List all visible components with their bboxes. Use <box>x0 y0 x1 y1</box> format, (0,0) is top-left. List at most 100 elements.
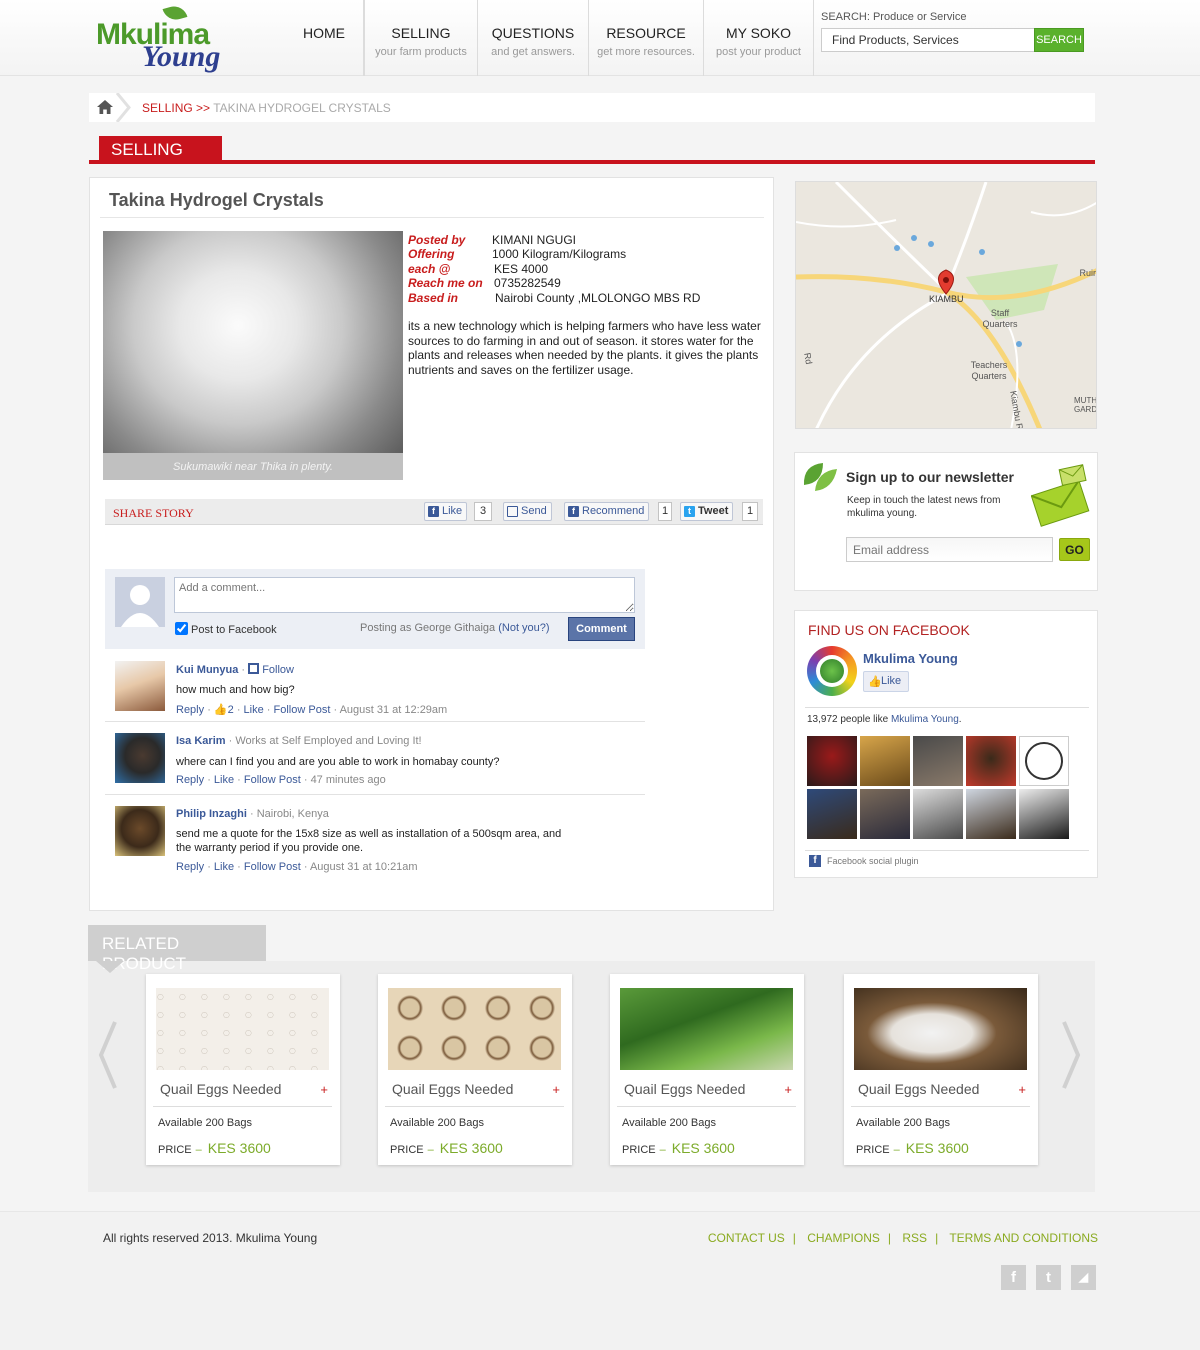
breadcrumb-section-link[interactable]: SELLING <box>142 101 193 115</box>
related-product-card[interactable]: Quail Eggs Needed + Available 200 Bags P… <box>146 974 340 1165</box>
reply-link[interactable]: Reply <box>176 704 204 716</box>
comment-author-link[interactable]: Kui Munyua <box>176 664 238 676</box>
speech-bubble-icon <box>507 506 518 517</box>
product-photo-caption: Sukumawiki near Thika in plenty. <box>103 453 403 480</box>
reply-link[interactable]: Reply <box>176 861 204 873</box>
product-thumbnail <box>854 988 1027 1070</box>
comment-time: August 31 at 10:21am <box>309 861 418 873</box>
not-you-link[interactable]: (Not you?) <box>498 622 549 634</box>
nav-my-soko-subtitle: post your product <box>716 46 801 58</box>
twitter-icon[interactable]: t <box>1036 1265 1061 1290</box>
facebook-recommend-button[interactable]: f Recommend <box>564 502 650 521</box>
carousel-prev-icon[interactable] <box>97 1020 117 1090</box>
follow-link[interactable]: Follow <box>262 664 294 676</box>
site-header: Mkulima Young HOME SELLING your farm pro… <box>0 0 1200 76</box>
comment-author-link[interactable]: Philip Inzaghi <box>176 808 247 820</box>
newsletter-submit-button[interactable]: GO <box>1059 538 1090 561</box>
footer-link-rss[interactable]: RSS <box>902 1231 927 1245</box>
add-icon[interactable]: + <box>320 1082 328 1097</box>
footer-link-champions[interactable]: CHAMPIONS <box>807 1231 880 1245</box>
rss-icon[interactable]: ◢ <box>1071 1265 1096 1290</box>
nav-questions[interactable]: QUESTIONS and get answers. <box>478 0 589 76</box>
comment-author-meta: Nairobi, Kenya <box>256 808 329 820</box>
like-link[interactable]: Like <box>214 861 234 873</box>
fan-avatar[interactable] <box>913 789 963 839</box>
thumbs-up-icon: 👍 <box>868 676 882 688</box>
fan-avatar[interactable] <box>966 736 1016 786</box>
facebook-page-link-inline[interactable]: Mkulima Young <box>891 714 959 725</box>
follow-post-link[interactable]: Follow Post <box>244 861 301 873</box>
avatar <box>115 806 165 856</box>
map-graphic <box>796 182 1096 428</box>
fan-avatar[interactable] <box>860 736 910 786</box>
tweet-button[interactable]: t Tweet <box>680 502 734 521</box>
like-link[interactable]: Like <box>214 774 234 786</box>
fan-avatar[interactable] <box>860 789 910 839</box>
post-to-facebook-checkbox[interactable]: Post to Facebook <box>175 622 277 636</box>
footer-link-terms[interactable]: TERMS AND CONDITIONS <box>949 1231 1098 1245</box>
related-product-card[interactable]: Quail Eggs Needed + Available 200 Bags P… <box>378 974 572 1165</box>
facebook-like-button[interactable]: f Like <box>424 502 468 521</box>
logo-text-bottom: Young <box>142 40 221 73</box>
comment-like-count: 2 <box>227 704 234 716</box>
search-input[interactable] <box>821 28 1035 52</box>
fan-avatar[interactable] <box>913 736 963 786</box>
like-count: 3 <box>474 502 493 521</box>
breadcrumb-chevron-icon <box>115 93 131 122</box>
facebook-page-link[interactable]: Mkulima Young <box>863 651 958 666</box>
follow-post-link[interactable]: Follow Post <box>274 704 331 716</box>
location-map[interactable]: Ruiru KIAMBU Staff Quarters Teachers Qua… <box>795 181 1097 429</box>
follow-icon <box>248 663 260 674</box>
nav-resource-subtitle: get more resources. <box>597 46 695 58</box>
facebook-icon[interactable]: f <box>1001 1265 1026 1290</box>
product-photo: Sukumawiki near Thika in plenty. <box>103 231 403 480</box>
contact-value: 0735282549 <box>494 276 561 290</box>
envelope-icon <box>1031 464 1090 527</box>
nav-selling[interactable]: SELLING your farm products <box>364 0 478 76</box>
nav-my-soko[interactable]: MY SOKO post your product <box>704 0 814 76</box>
carousel-next-icon[interactable] <box>1062 1020 1082 1090</box>
add-icon[interactable]: + <box>1018 1082 1026 1097</box>
home-icon[interactable] <box>97 100 113 114</box>
comment-input[interactable] <box>174 577 635 613</box>
newsletter-text: Keep in touch the latest news from mkuli… <box>847 495 1001 519</box>
nav-resource[interactable]: RESOURCE get more resources. <box>589 0 704 76</box>
location-label: Based in <box>408 291 459 305</box>
site-logo[interactable]: Mkulima Young <box>94 3 244 73</box>
fan-avatar[interactable] <box>807 789 857 839</box>
comment-submit-button[interactable]: Comment <box>568 617 635 641</box>
facebook-like-count: 13,972 people like Mkulima Young. <box>807 714 962 725</box>
facebook-page-like-button[interactable]: 👍 Like <box>863 671 909 692</box>
recommend-count: 1 <box>658 502 673 521</box>
newsletter-email-input[interactable] <box>846 537 1053 562</box>
related-product-card[interactable]: Quail Eggs Needed + Available 200 Bags P… <box>610 974 804 1165</box>
footer-link-contact-us[interactable]: CONTACT US <box>708 1231 785 1245</box>
follow-post-link[interactable]: Follow Post <box>244 774 301 786</box>
product-availability: Available 200 Bags <box>158 1117 252 1129</box>
fan-avatar[interactable] <box>1019 789 1069 839</box>
comment-actions: Reply · 👍2 · Like · Follow Post · August… <box>176 704 448 716</box>
avatar <box>115 577 165 627</box>
comment-author-link[interactable]: Isa Karim <box>176 735 226 747</box>
related-product-card[interactable]: Quail Eggs Needed + Available 200 Bags P… <box>844 974 1038 1165</box>
facebook-send-button[interactable]: Send <box>503 502 552 521</box>
footer-links: CONTACT US | CHAMPIONS | RSS | TERMS AND CO… <box>707 1231 1098 1245</box>
price-label: each @ <box>408 262 451 276</box>
fan-avatar[interactable] <box>807 736 857 786</box>
post-to-facebook-toggle[interactable] <box>175 622 188 635</box>
page-logo[interactable] <box>807 646 857 696</box>
like-link[interactable]: Like <box>244 704 264 716</box>
fan-avatar[interactable] <box>966 789 1016 839</box>
add-icon[interactable]: + <box>552 1082 560 1097</box>
add-icon[interactable]: + <box>784 1082 792 1097</box>
search-button[interactable]: SEARCH <box>1034 28 1084 52</box>
nav-home[interactable]: HOME <box>285 0 364 76</box>
reply-link[interactable]: Reply <box>176 774 204 786</box>
divider <box>805 850 1089 851</box>
fan-avatar[interactable] <box>1019 736 1069 786</box>
facebook-widget-title: FIND US ON FACEBOOK <box>808 622 970 638</box>
comment-author-meta: Works at Self Employed and Loving It! <box>235 735 422 747</box>
product-price: PRICE – KES 3600 <box>622 1140 735 1156</box>
product-thumbnail <box>156 988 329 1070</box>
offering-value: 1000 Kilogram/Kilograms <box>492 247 627 261</box>
